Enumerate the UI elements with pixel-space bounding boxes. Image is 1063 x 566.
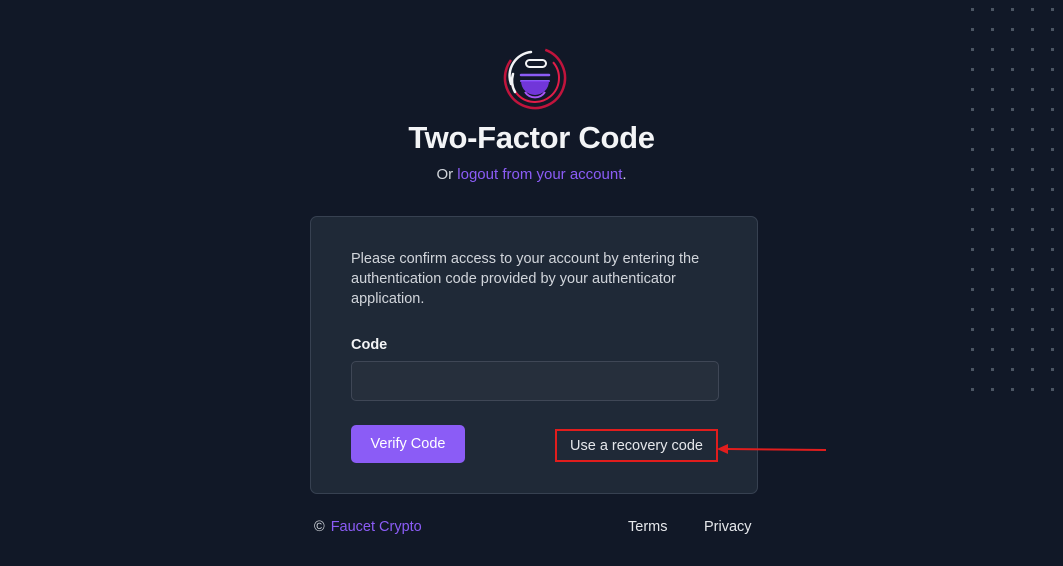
subtitle-suffix: . bbox=[622, 166, 627, 183]
code-label: Code bbox=[351, 337, 388, 353]
red-arrow-left-icon bbox=[717, 444, 827, 454]
verify-code-button[interactable]: Verify Code bbox=[351, 425, 465, 463]
page-title: Two-Factor Code bbox=[408, 120, 655, 155]
page-subtitle: Or logout from your account. bbox=[0, 166, 1063, 183]
copyright-symbol: © bbox=[314, 519, 325, 535]
two-factor-card: Please confirm access to your account by… bbox=[310, 216, 758, 494]
code-input[interactable] bbox=[351, 361, 719, 401]
use-recovery-code-button[interactable]: Use a recovery code bbox=[555, 429, 718, 462]
card-instructions: Please confirm access to your account by… bbox=[351, 251, 700, 307]
footer-copyright: © Faucet Crypto bbox=[314, 519, 422, 535]
logout-link[interactable]: logout from your account bbox=[457, 166, 622, 183]
subtitle-prefix: Or bbox=[436, 166, 458, 183]
footer-privacy-link[interactable]: Privacy bbox=[704, 519, 752, 535]
footer-terms-link[interactable]: Terms bbox=[628, 519, 667, 535]
footer-brand-link[interactable]: Faucet Crypto bbox=[331, 519, 422, 535]
dot-grid-decoration bbox=[971, 8, 1054, 391]
faucet-crypto-logo bbox=[503, 46, 567, 110]
